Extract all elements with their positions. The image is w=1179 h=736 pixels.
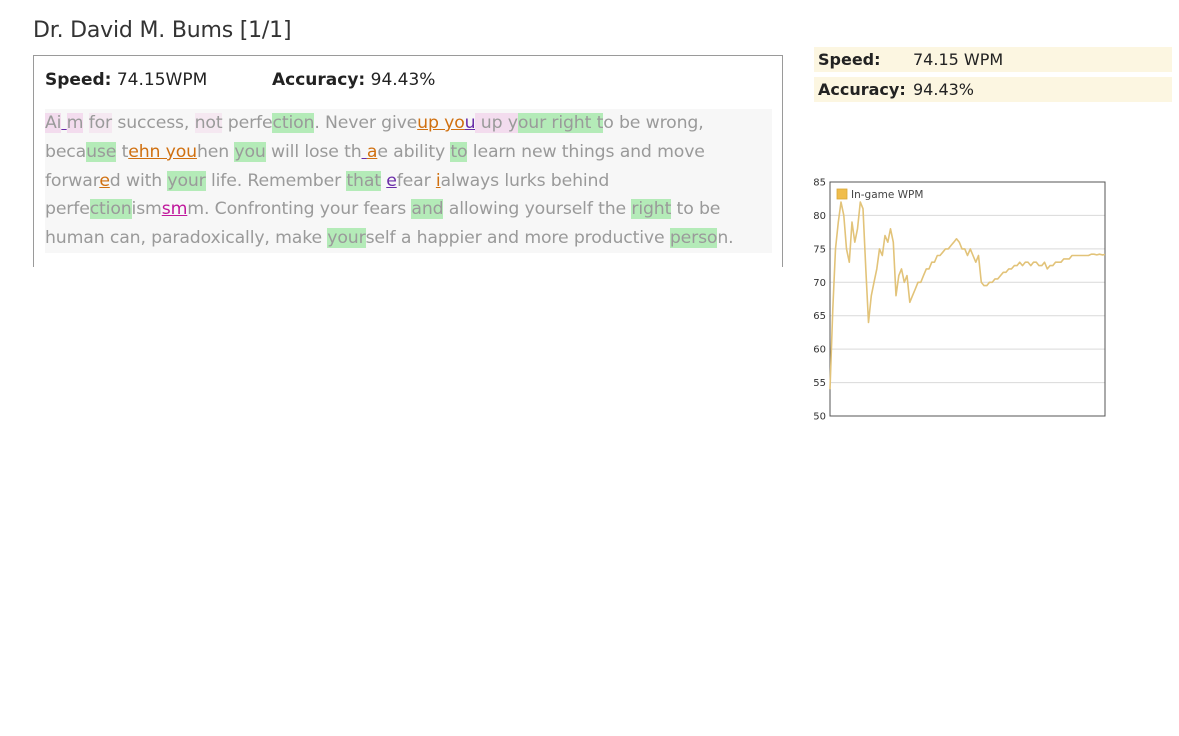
passage-segment: e ability — [377, 141, 451, 162]
speed-label: Speed: — [45, 70, 112, 90]
passage-segment-g: ction — [89, 199, 132, 220]
passage-segment: life. Remember — [205, 170, 347, 191]
passage-segment-p: Ai — [45, 113, 62, 133]
summary-accuracy-value: 94.43% — [913, 80, 975, 99]
y-tick-label: 55 — [813, 378, 826, 389]
passage-segment-g: perso — [669, 228, 718, 249]
speed-value: 74.15WPM — [116, 70, 208, 90]
passage-line: Ai m for success, not perfection. Never … — [45, 109, 772, 138]
passage-segment-err-v: e — [386, 170, 397, 191]
passage-segment: fear — [396, 170, 436, 191]
passage-segment-g: and — [411, 199, 444, 220]
passage-segment-g: your — [167, 170, 206, 191]
y-tick-label: 75 — [813, 244, 826, 255]
passage-segment-err-m: sm — [161, 199, 188, 220]
passage-segment-p: m — [66, 113, 84, 133]
passage-segment-g: right — [631, 199, 672, 220]
legend-swatch — [836, 188, 848, 200]
passage-segment: o be wrong, — [603, 113, 704, 133]
passage-segment: always lurks behind — [440, 170, 610, 191]
accuracy-stat: Accuracy: 94.43% — [272, 70, 435, 90]
passage-segment: ism — [131, 199, 162, 220]
page-title: Dr. David M. Bums [1/1] — [33, 18, 292, 43]
passage-segment-err-o: a — [366, 141, 378, 162]
passage-segment-g: our right t — [517, 113, 604, 133]
summary-accuracy-row: Accuracy: 94.43% — [814, 77, 1172, 102]
wpm-chart-svg: 50 55 60 65 70 75 80 85 In-game WPM — [813, 178, 1106, 423]
passage-line: human can, paradoxically, make yourself … — [45, 224, 772, 253]
y-tick-label: 50 — [813, 412, 826, 423]
summary-speed-label: Speed: — [818, 50, 881, 69]
passage-segment-g: you — [234, 141, 266, 162]
passage-segment: t — [116, 141, 129, 162]
passage-line: forwared with your life. Remember that e… — [45, 167, 772, 196]
passage-segment: perfe — [222, 113, 273, 133]
passage-segment-g: use — [86, 141, 117, 162]
passage-segment-g: to — [450, 141, 468, 162]
legend-label: In-game WPM — [851, 189, 923, 201]
passage-segment-err-o: e — [99, 170, 110, 191]
passage-segment-pg: not — [194, 113, 223, 133]
passage-segment: beca — [45, 141, 87, 162]
passage-segment: . Never give — [314, 113, 418, 133]
passage-segment: d with — [109, 170, 168, 191]
accuracy-value: 94.43% — [370, 70, 436, 90]
passage-segment: hen — [196, 141, 235, 162]
passage-segment: n. — [717, 228, 734, 249]
passage-segment-err-v: u — [464, 113, 476, 133]
passage-segment-g: your — [327, 228, 366, 249]
accuracy-label: Accuracy: — [272, 70, 366, 90]
passage-segment-err-o: ehn you — [128, 141, 197, 162]
passage-segment: learn new things and move — [467, 141, 705, 162]
passage-segment: self a happier and more productive — [365, 228, 670, 249]
y-tick-label: 85 — [813, 178, 826, 189]
passage-segment: perfe — [45, 199, 90, 220]
passage-segment-p: up y — [475, 113, 518, 133]
result-summary: Speed: 74.15 WPM Accuracy: 94.43% — [814, 47, 1172, 107]
passage-segment: to be — [671, 199, 721, 220]
summary-speed-row: Speed: 74.15 WPM — [814, 47, 1172, 72]
passage-segment: human can, paradoxically, make — [45, 228, 328, 249]
passage-line: perfectionismsmm. Confronting your fears… — [45, 195, 772, 224]
y-tick-label: 65 — [813, 311, 826, 322]
summary-accuracy-label: Accuracy: — [818, 80, 906, 99]
y-tick-label: 70 — [813, 278, 826, 289]
passage-segment-err-v — [61, 113, 66, 133]
typed-passage: Ai m for success, not perfection. Never … — [45, 109, 772, 253]
y-tick-label: 80 — [813, 211, 826, 222]
replay-stats: Speed: 74.15WPM Accuracy: 94.43% — [45, 70, 435, 90]
passage-segment-g: that — [346, 170, 381, 191]
passage-segment: m. Confronting your fears — [187, 199, 412, 220]
summary-speed-value: 74.15 WPM — [913, 50, 1004, 69]
wpm-chart: 50 55 60 65 70 75 80 85 In-game WPM — [805, 172, 1115, 427]
passage-segment-err-o: up yo — [417, 113, 465, 133]
passage-segment-pg: for — [88, 113, 113, 133]
passage-segment: allowing yourself the — [443, 199, 632, 220]
passage-segment: forwar — [45, 170, 100, 191]
passage-segment — [83, 113, 88, 133]
typing-replay-panel: Speed: 74.15WPM Accuracy: 94.43% Ai m fo… — [33, 55, 783, 267]
passage-line: because tehn youhen you will lose th ae … — [45, 138, 772, 167]
y-tick-label: 60 — [813, 345, 826, 356]
passage-segment: will lose th — [265, 141, 362, 162]
passage-segment: success, — [112, 113, 195, 133]
passage-segment-g: ction — [272, 113, 315, 133]
